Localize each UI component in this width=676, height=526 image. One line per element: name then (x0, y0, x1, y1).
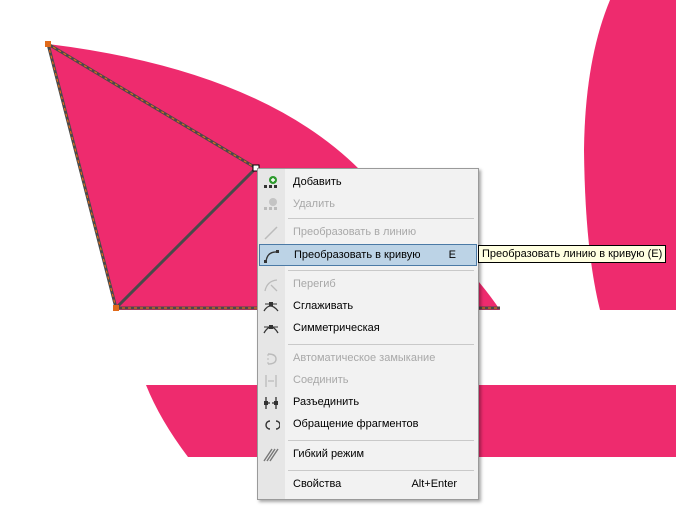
menu-item-shortcut: E (448, 249, 456, 261)
auto-close-icon (262, 351, 280, 367)
menu-item-label: Преобразовать в линию (293, 226, 417, 238)
context-menu: Добавить Удалить Преобразовать в линию П… (257, 168, 479, 500)
elastic-mode-icon (262, 447, 280, 463)
menu-item-cusp[interactable]: Перегиб (259, 274, 477, 296)
menu-item-symmetric[interactable]: Симметрическая (259, 318, 477, 340)
menu-separator (288, 344, 474, 345)
menu-item-delete[interactable]: Удалить (259, 194, 477, 216)
menu-item-label: Симметрическая (293, 322, 380, 334)
join-icon (262, 373, 280, 389)
cusp-icon (262, 277, 280, 293)
menu-item-label: Удалить (293, 198, 335, 210)
add-node-icon (262, 175, 280, 191)
menu-item-label: Обращение фрагментов (293, 418, 419, 430)
menu-item-join[interactable]: Соединить (259, 370, 477, 392)
menu-item-to-line[interactable]: Преобразовать в линию (259, 222, 477, 244)
menu-item-to-curve[interactable]: Преобразовать в кривую E (259, 244, 477, 266)
menu-item-label: Преобразовать в кривую (294, 249, 421, 261)
menu-item-label: Сглаживать (293, 300, 354, 312)
reverse-icon (262, 417, 281, 433)
menu-item-label: Автоматическое замыкание (293, 352, 436, 364)
menu-item-add[interactable]: Добавить (259, 172, 477, 194)
menu-separator (288, 218, 474, 219)
tooltip: Преобразовать линию в кривую (E) (478, 245, 667, 263)
menu-item-smooth[interactable]: Сглаживать (259, 296, 477, 318)
path-node[interactable] (45, 41, 51, 47)
smooth-icon (262, 299, 280, 315)
pink-right-shape (584, 0, 676, 310)
menu-item-label: Добавить (293, 176, 342, 188)
menu-separator (288, 440, 474, 441)
menu-item-auto-close[interactable]: Автоматическое замыкание (259, 348, 477, 370)
to-line-icon (262, 225, 280, 241)
to-curve-icon (263, 248, 281, 264)
menu-item-label: Свойства (293, 478, 342, 490)
delete-node-icon (262, 197, 280, 213)
menu-separator (288, 270, 474, 271)
menu-item-properties[interactable]: Свойства Alt+Enter (259, 474, 477, 496)
menu-item-label: Соединить (293, 374, 349, 386)
menu-item-elastic-mode[interactable]: Гибкий режим (259, 444, 477, 466)
menu-item-label: Гибкий режим (293, 448, 365, 460)
menu-item-label: Перегиб (293, 278, 336, 290)
menu-item-reverse[interactable]: Обращение фрагментов (259, 414, 477, 436)
menu-item-break-apart[interactable]: Разъединить (259, 392, 477, 414)
symmetric-icon (262, 321, 280, 337)
break-apart-icon (262, 395, 280, 411)
menu-item-shortcut: Alt+Enter (411, 478, 457, 490)
menu-item-label: Разъединить (293, 396, 360, 408)
path-node[interactable] (113, 305, 119, 311)
menu-separator (288, 470, 474, 471)
